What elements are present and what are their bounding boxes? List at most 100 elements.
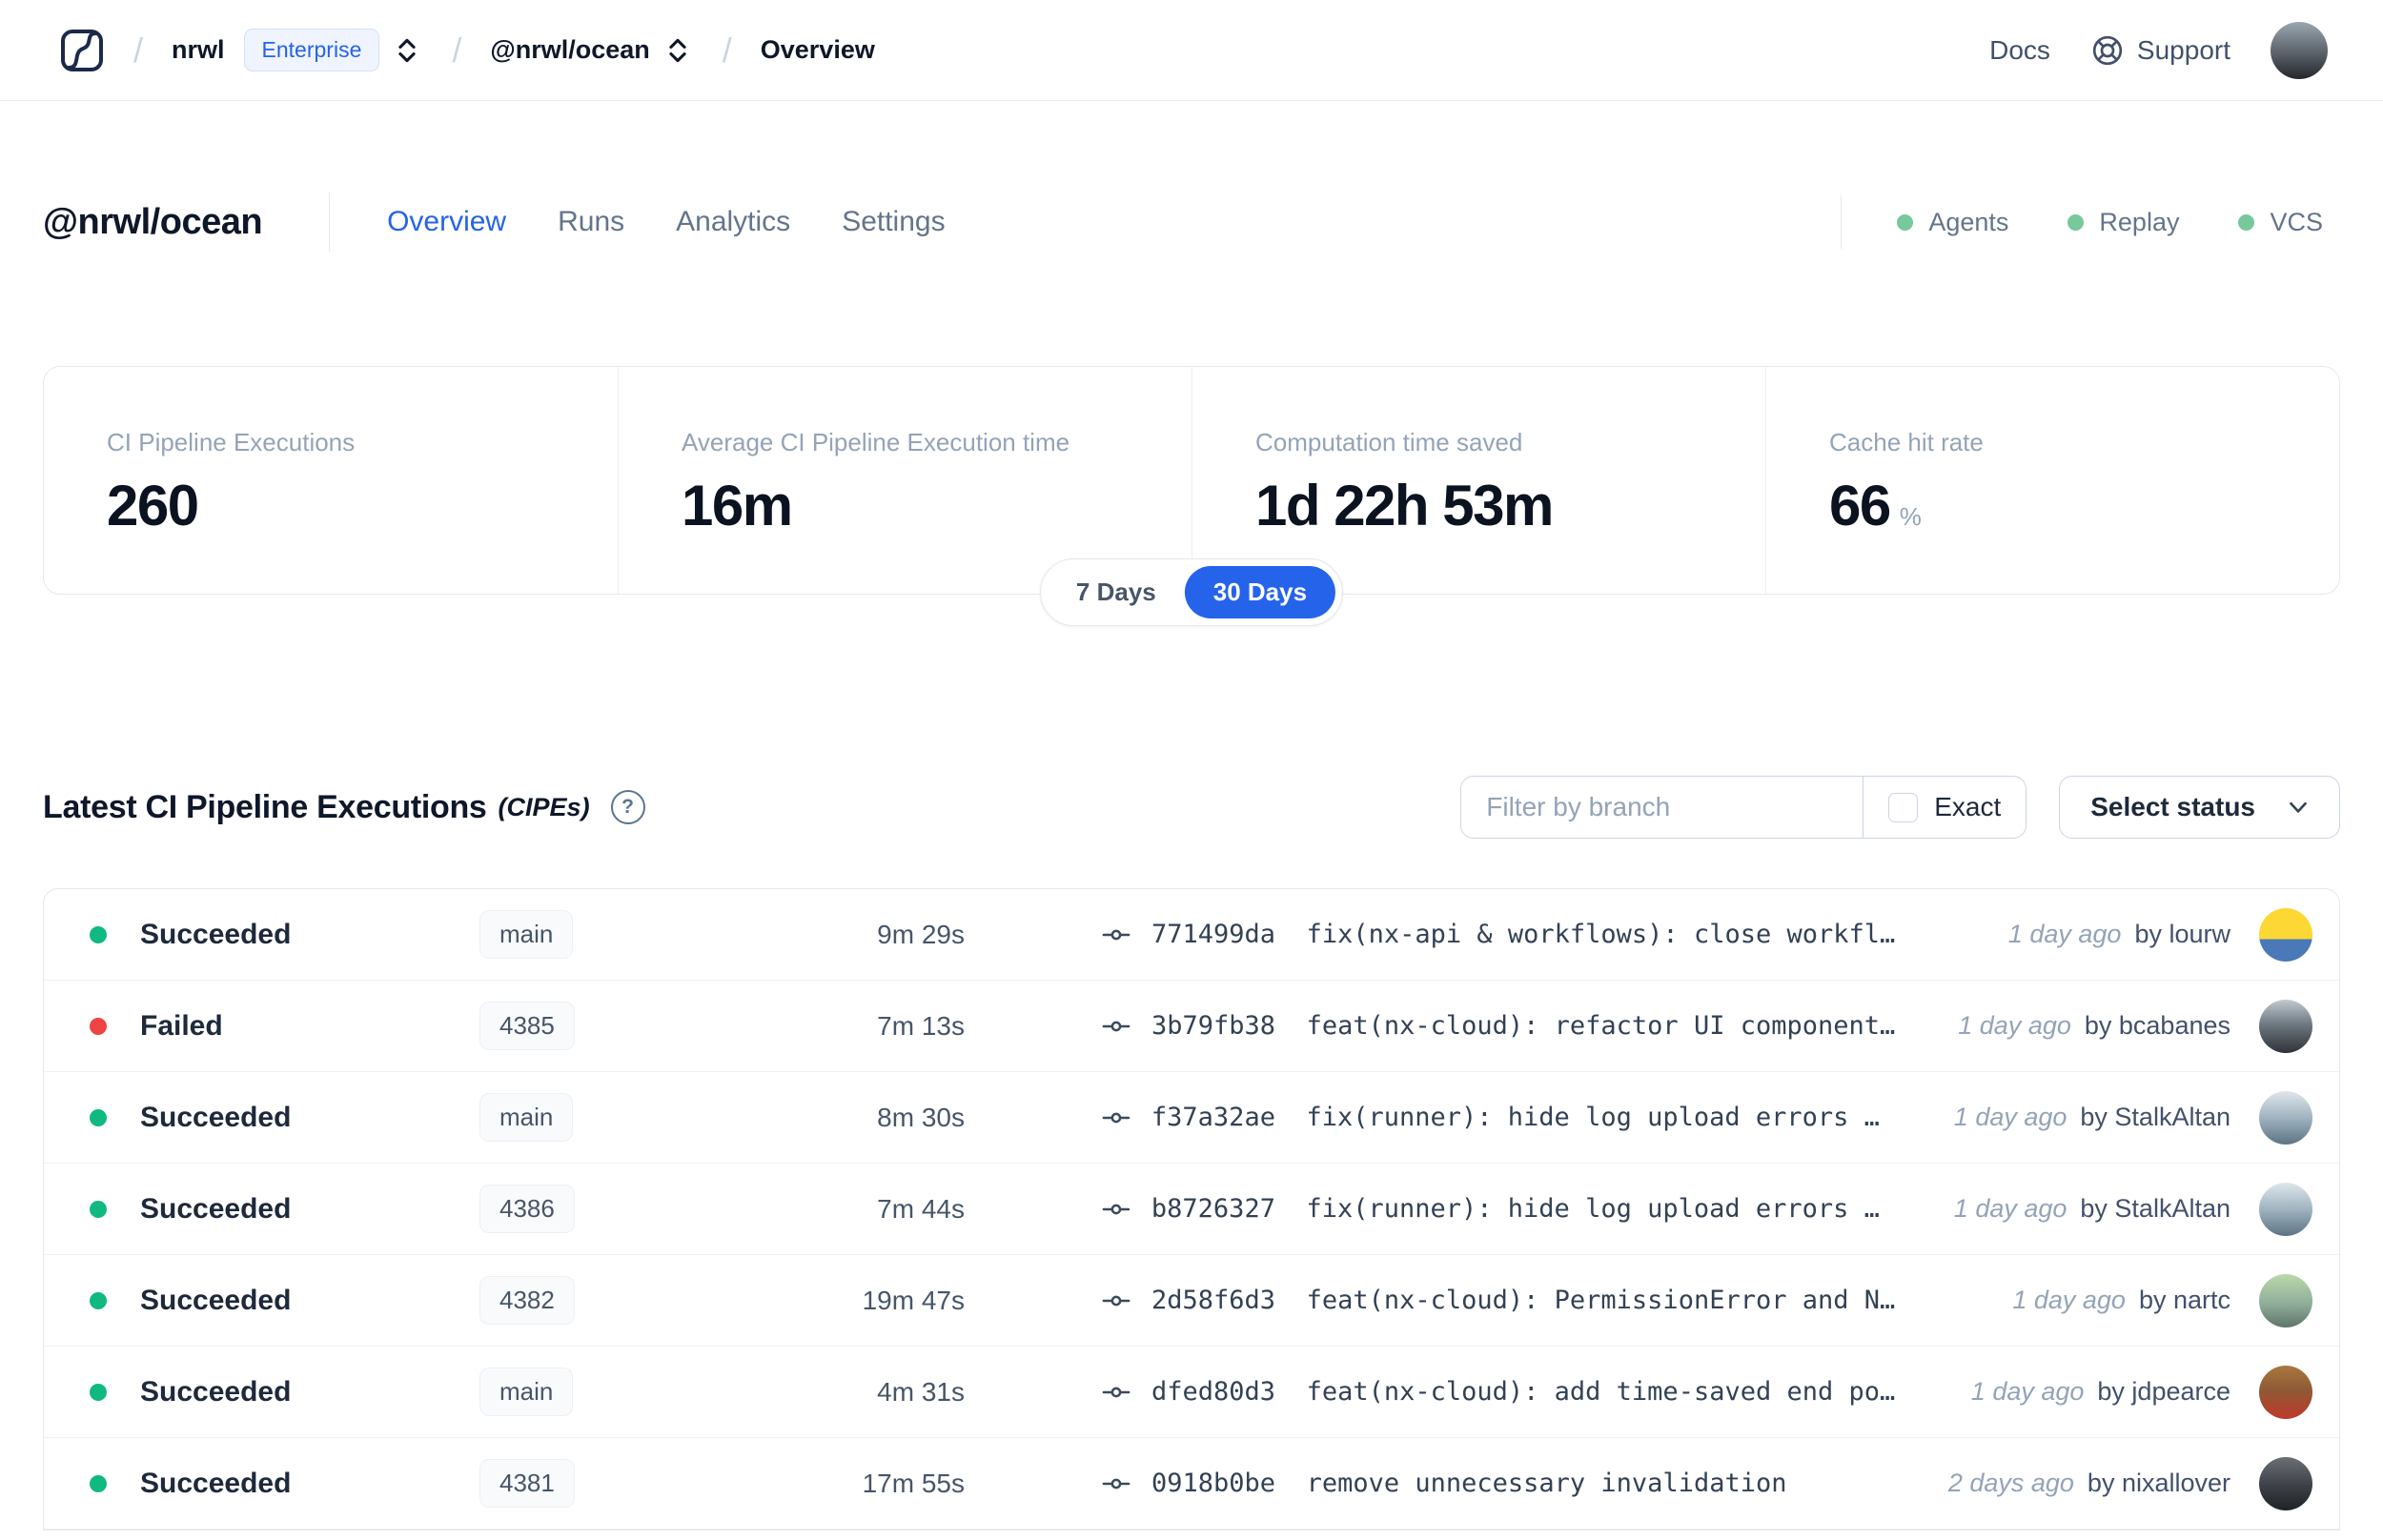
succeeded-dot-icon [90,1474,107,1492]
meta-cell: 1 day ago by StalkAltan [1954,1090,2312,1145]
branch-cell: 4386 [479,1185,675,1233]
succeeded-dot-icon [90,925,107,943]
branch-filter-group: Exact [1460,776,2027,839]
meta-cell: 1 day ago by lourw [2007,907,2312,962]
breadcrumb-org[interactable]: nrwl [172,35,225,65]
git-commit-icon [1102,1478,1130,1489]
branch-tag[interactable]: main [479,910,574,959]
status-cell: Succeeded [90,1102,457,1134]
range-30-days-button[interactable]: 30 Days [1184,566,1336,618]
lifebuoy-icon [2092,35,2123,65]
git-commit-icon [1102,929,1130,940]
top-navigation: / nrwl Enterprise / @nrwl/ocean / Overvi… [0,0,2383,101]
status-cell: Succeeded [90,1376,457,1408]
branch-cell: main [479,1093,675,1142]
org-switcher-button[interactable] [391,34,423,67]
table-row[interactable]: Succeeded 4382 19m 47s 2d58f6d3 feat(nx-… [44,1255,2339,1347]
exact-match-toggle[interactable]: Exact [1864,777,2026,838]
status-replay-label: Replay [2099,207,2180,236]
status-cell: Succeeded [90,919,457,951]
time-ago: 1 day ago [2012,1286,2126,1314]
table-row[interactable]: Failed 4385 7m 13s 3b79fb38 feat(nx-clou… [44,981,2339,1072]
git-commit-icon [1102,1387,1130,1397]
branch-tag[interactable]: main [479,1368,574,1416]
time-ago: 2 days ago [1947,1469,2074,1497]
author-avatar[interactable] [2259,999,2312,1053]
duration-cell: 8m 30s [877,1102,965,1132]
duration-cell: 17m 55s [862,1468,965,1498]
green-status-dot [2238,213,2255,231]
support-link[interactable]: Support [2090,33,2230,68]
breadcrumb: / nrwl Enterprise / @nrwl/ocean / Overvi… [59,28,875,73]
table-row[interactable]: Succeeded 4381 17m 55s 0918b0be remove u… [44,1438,2339,1530]
service-status-legend: Agents Replay VCS [1897,208,2340,237]
branch-tag[interactable]: 4382 [479,1276,575,1325]
branch-filter-input[interactable] [1461,777,1863,838]
stat-cache-hit-rate: Cache hit rate 66% [1765,367,2339,594]
support-label: Support [2136,34,2230,65]
branch-cell: main [479,910,675,959]
duration-cell: 19m 47s [862,1285,965,1315]
branch-tag[interactable]: 4381 [479,1459,575,1508]
branch-tag[interactable]: main [479,1093,574,1142]
help-icon[interactable]: ? [610,790,645,824]
table-row[interactable]: Succeeded main 4m 31s dfed80d3 feat(nx-c… [44,1347,2339,1438]
author-avatar[interactable] [2259,1456,2312,1510]
nx-logo[interactable] [59,28,105,73]
time-ago: 1 day ago [2007,920,2122,948]
stat-ci-pipeline-executions: CI Pipeline Executions 260 [44,367,618,594]
branch-tag[interactable]: 4385 [479,1002,575,1050]
author: by nixallover [2087,1469,2230,1497]
git-commit-icon [1102,1112,1130,1123]
workspace-switcher-button[interactable] [662,34,694,67]
table-row[interactable]: Succeeded main 9m 29s 771499da fix(nx-ap… [44,889,2339,981]
failed-dot-icon [90,1017,107,1035]
meta-cell: 1 day ago by bcabanes [1958,999,2312,1053]
status-label: Succeeded [140,1101,292,1133]
user-avatar[interactable] [2271,21,2328,79]
author-avatar[interactable] [2259,907,2312,962]
table-row[interactable]: Succeeded 4386 7m 44s b8726327 fix(runne… [44,1164,2339,1255]
time-ago: 1 day ago [1970,1377,2085,1406]
stat-value: 66% [1829,474,1922,537]
commit-text: 771499da fix(nx-api & workflows): close … [1151,920,1896,949]
duration-cell: 7m 44s [877,1193,965,1224]
git-commit-icon [1102,1021,1130,1031]
meta-cell: 1 day ago by jdpearce [1970,1365,2312,1419]
commit-cell: b8726327 fix(runner): hide log upload er… [988,1194,1893,1224]
commit-text: f37a32ae fix(runner): hide log upload er… [1151,1103,1893,1132]
cipe-table: Succeeded main 9m 29s 771499da fix(nx-ap… [43,888,2340,1530]
author-avatar[interactable] [2259,1365,2312,1419]
status-label: Succeeded [140,1284,292,1316]
stat-label: Cache hit rate [1829,428,1984,456]
green-status-dot [1897,213,1914,231]
commit-text: 3b79fb38 feat(nx-cloud): refactor UI com… [1151,1011,1896,1041]
status-label: Succeeded [140,1192,292,1225]
tab-analytics[interactable]: Analytics [676,206,790,238]
commit-cell: 771499da fix(nx-api & workflows): close … [988,920,1947,949]
meta-cell: 2 days ago by nixallover [1947,1456,2312,1510]
author-avatar[interactable] [2259,1090,2312,1145]
exact-checkbox[interactable] [1888,792,1919,822]
select-status-dropdown[interactable]: Select status [2059,776,2340,839]
author-avatar[interactable] [2259,1182,2312,1236]
commit-text: 2d58f6d3 feat(nx-cloud): PermissionError… [1151,1286,1896,1315]
author-avatar[interactable] [2259,1273,2312,1327]
status-label: Failed [140,1009,223,1042]
breadcrumb-separator: / [722,30,732,70]
duration-cell: 7m 13s [877,1010,965,1041]
stat-value: 260 [107,474,199,537]
docs-link[interactable]: Docs [1989,35,2050,66]
top-nav-actions: Docs Support [1989,21,2328,79]
table-row[interactable]: Succeeded main 8m 30s f37a32ae fix(runne… [44,1072,2339,1164]
range-7-days-button[interactable]: 7 Days [1048,566,1185,618]
branch-tag[interactable]: 4386 [479,1185,575,1233]
stat-value: 1d 22h 53m [1255,474,1554,537]
tab-settings[interactable]: Settings [842,206,945,238]
tab-runs[interactable]: Runs [558,206,624,238]
status-label: Succeeded [140,918,292,950]
breadcrumb-workspace[interactable]: @nrwl/ocean [490,35,649,65]
status-replay: Replay [2067,208,2179,237]
date-range-toggle: 7 Days 30 Days [1039,558,1344,626]
tab-overview[interactable]: Overview [387,206,506,238]
